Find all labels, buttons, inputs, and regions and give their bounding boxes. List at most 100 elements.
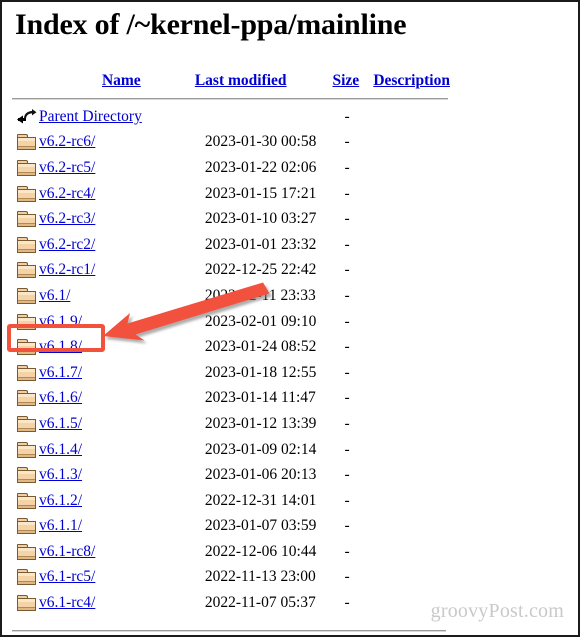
row-description [371, 334, 450, 360]
parent-directory-size: - [344, 107, 350, 125]
folder-icon [16, 260, 38, 280]
folder-icon [16, 312, 38, 332]
directory-link[interactable]: v6.1.2/ [39, 492, 82, 509]
table-row[interactable]: v6.1.9/2023-02-01 09:10 - [10, 309, 450, 335]
directory-link[interactable]: v6.1.7/ [39, 364, 82, 381]
table-row[interactable]: v6.1.5/2023-01-12 13:39 - [10, 411, 450, 437]
directory-link[interactable]: v6.2-rc3/ [39, 210, 95, 227]
table-row[interactable]: v6.1.1/2023-01-07 03:59 - [10, 514, 450, 540]
directory-link[interactable]: v6.1-rc8/ [39, 543, 95, 560]
folder-icon [16, 542, 38, 562]
row-name-cell: v6.1.6/ [39, 386, 195, 412]
directory-link[interactable]: v6.1/ [39, 287, 70, 304]
row-last-modified: 2023-01-24 08:52 [204, 338, 317, 356]
folder-icon [16, 593, 38, 613]
row-icon-cell [10, 488, 39, 514]
row-last-modified: 2023-01-06 20:13 [204, 466, 317, 484]
directory-link[interactable]: v6.1.3/ [39, 466, 82, 483]
table-row[interactable]: v6.1.3/2023-01-06 20:13 - [10, 462, 450, 488]
parent-directory-icon-cell [10, 104, 39, 130]
row-description [371, 309, 450, 335]
row-size: - [344, 363, 350, 381]
folder-icon [16, 567, 38, 587]
table-row[interactable]: v6.1.8/2023-01-24 08:52 - [10, 334, 450, 360]
directory-link[interactable]: v6.1-rc4/ [39, 594, 95, 611]
row-size: - [344, 389, 350, 407]
folder-icon [16, 184, 38, 204]
directory-index-table: Name Last modified Size Description Pare… [10, 68, 450, 616]
row-description [371, 386, 450, 412]
page-title: Index of /~kernel-ppa/mainline [15, 8, 407, 41]
parent-directory-row[interactable]: Parent Directory - [10, 104, 450, 130]
row-name-cell: v6.1.4/ [39, 437, 195, 463]
row-last-modified: 2022-12-06 10:44 [204, 542, 317, 560]
table-row[interactable]: v6.2-rc2/2023-01-01 23:32 - [10, 232, 450, 258]
row-name-cell: v6.1.1/ [39, 514, 195, 540]
table-row[interactable]: v6.1.4/2023-01-09 02:14 - [10, 437, 450, 463]
row-size: - [344, 286, 350, 304]
directory-link[interactable]: v6.2-rc6/ [39, 133, 95, 150]
sort-by-description-link[interactable]: Description [373, 72, 450, 89]
row-description [371, 232, 450, 258]
parent-directory-description [371, 104, 450, 130]
row-icon-cell [10, 309, 39, 335]
parent-directory-link[interactable]: Parent Directory [39, 108, 142, 125]
sort-by-last-modified-link[interactable]: Last modified [195, 72, 287, 89]
table-row[interactable]: v6.2-rc6/2023-01-30 00:58 - [10, 130, 450, 156]
row-icon-cell [10, 514, 39, 540]
row-icon-cell [10, 232, 39, 258]
table-row[interactable]: v6.1.7/2023-01-18 12:55 - [10, 360, 450, 386]
directory-link[interactable]: v6.1.5/ [39, 415, 82, 432]
table-row[interactable]: v6.1-rc4/2022-11-07 05:37 - [10, 590, 450, 616]
table-row[interactable]: v6.2-rc1/2022-12-25 22:42 - [10, 258, 450, 284]
directory-link[interactable]: v6.1.1/ [39, 517, 82, 534]
row-last-modified: 2022-12-11 23:33 [204, 286, 316, 304]
directory-link[interactable]: v6.2-rc4/ [39, 185, 95, 202]
row-name-cell: v6.1/ [39, 283, 195, 309]
sort-by-name-link[interactable]: Name [102, 72, 141, 89]
row-size: - [344, 594, 350, 612]
directory-link[interactable]: v6.2-rc5/ [39, 159, 95, 176]
sort-by-size-link[interactable]: Size [332, 72, 359, 89]
watermark: groovyPost.com [430, 600, 564, 622]
table-row[interactable]: v6.1-rc5/2022-11-13 23:00 - [10, 565, 450, 591]
table-row[interactable]: v6.1.6/2023-01-14 11:47 - [10, 386, 450, 412]
table-row[interactable]: v6.2-rc3/2023-01-10 03:27 - [10, 206, 450, 232]
folder-icon [16, 132, 38, 152]
row-last-modified: 2022-12-31 14:01 [204, 491, 317, 509]
directory-link[interactable]: v6.2-rc2/ [39, 236, 95, 253]
row-description [371, 283, 450, 309]
table-row[interactable]: v6.1/2022-12-11 23:33 - [10, 283, 450, 309]
row-name-cell: v6.2-rc2/ [39, 232, 195, 258]
directory-link[interactable]: v6.1.4/ [39, 441, 82, 458]
row-name-cell: v6.1-rc5/ [39, 565, 195, 591]
row-name-cell: v6.2-rc3/ [39, 206, 195, 232]
row-last-modified: 2023-01-18 12:55 [204, 363, 317, 381]
directory-link[interactable]: v6.1-rc5/ [39, 568, 95, 585]
row-icon-cell [10, 386, 39, 412]
row-name-cell: v6.2-rc5/ [39, 155, 195, 181]
directory-link[interactable]: v6.1.9/ [39, 313, 82, 330]
directory-link[interactable]: v6.1.6/ [39, 389, 82, 406]
header-icon-spacer [10, 68, 39, 94]
table-row[interactable]: v6.1.2/2022-12-31 14:01 - [10, 488, 450, 514]
table-row[interactable]: v6.2-rc5/2023-01-22 02:06 - [10, 155, 450, 181]
header-cell-size: Size [332, 68, 371, 94]
row-description [371, 462, 450, 488]
row-description [371, 539, 450, 565]
row-size: - [344, 517, 350, 535]
parent-directory-name-cell: Parent Directory [39, 104, 195, 130]
row-description [371, 360, 450, 386]
table-row[interactable]: v6.1-rc8/2022-12-06 10:44 - [10, 539, 450, 565]
row-size: - [344, 542, 350, 560]
header-cell-name: Name [39, 68, 195, 94]
folder-icon [16, 235, 38, 255]
row-name-cell: v6.1.2/ [39, 488, 195, 514]
directory-link[interactable]: v6.1.8/ [39, 338, 82, 355]
row-size: - [344, 235, 350, 253]
row-icon-cell [10, 258, 39, 284]
row-name-cell: v6.2-rc6/ [39, 130, 195, 156]
table-row[interactable]: v6.2-rc4/2023-01-15 17:21 - [10, 181, 450, 207]
directory-link[interactable]: v6.2-rc1/ [39, 261, 95, 278]
row-last-modified: 2023-01-12 13:39 [204, 414, 317, 432]
